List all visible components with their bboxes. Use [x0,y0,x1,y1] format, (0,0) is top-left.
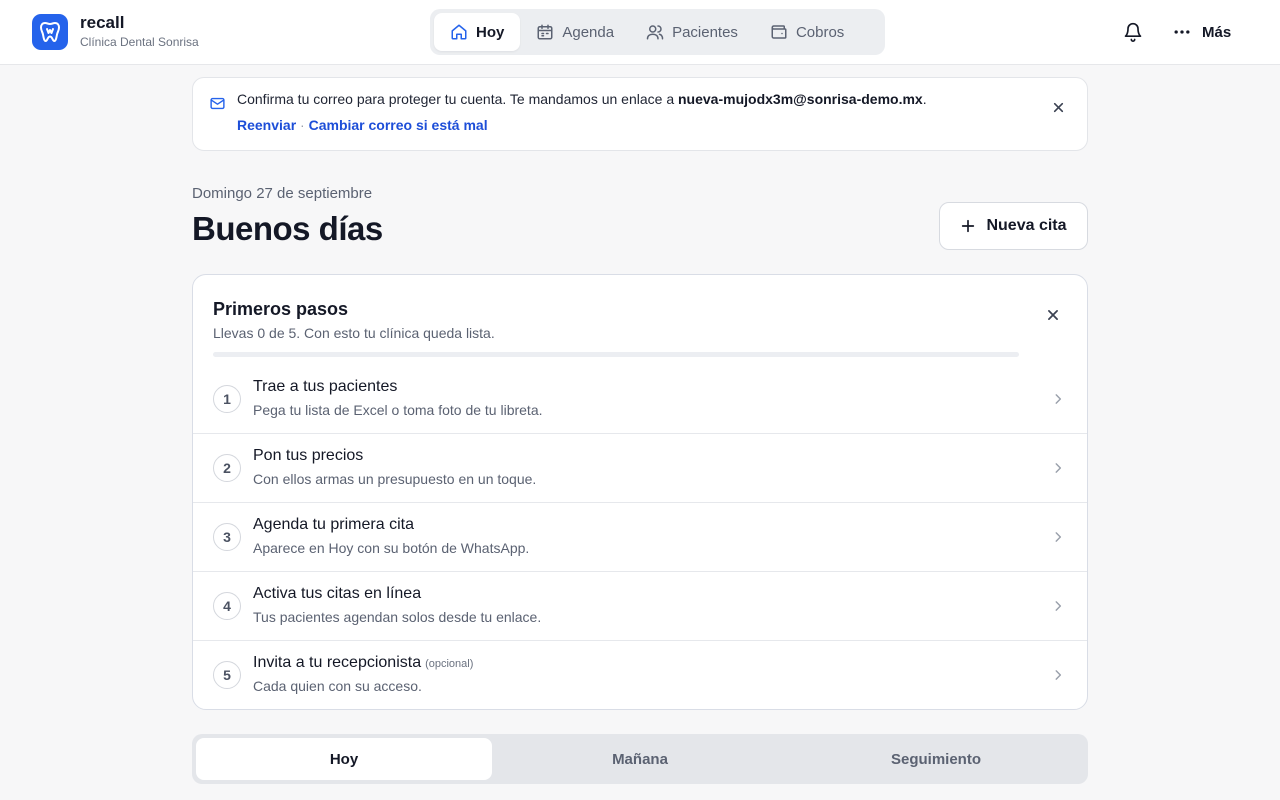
nav-item-label: Hoy [476,23,505,41]
onboarding-title: Primeros pasos [213,299,349,319]
banner-actions: Reenviar · Cambiar correo si está mal [237,115,488,135]
close-icon [1048,310,1058,320]
change-email-link[interactable]: Cambiar correo si está mal [309,117,488,133]
page-title: Buenos días [192,210,383,247]
mail-icon [210,97,225,110]
chevron-right-icon [1055,394,1062,404]
step-description: Aparece en Hoy con su botón de WhatsApp. [253,540,530,556]
onboarding-step[interactable]: 2 Pon tus precios Con ellos armas un pre… [193,434,1087,503]
new-appointment-label: Nueva cita [986,217,1067,234]
nav-item-label: Agenda [562,23,615,41]
tooth-icon [32,14,68,50]
step-number: 3 [213,523,241,551]
step-description: Con ellos armas un presupuesto en un toq… [253,471,537,487]
onboarding-step[interactable]: 5 Invita a tu recepcionista (opcional) Ca… [193,641,1087,709]
step-number: 4 [213,592,241,620]
brand-name: recall [80,13,125,32]
calendar-icon [537,24,553,40]
home-icon [451,24,467,40]
tab-seguimiento[interactable]: Seguimiento [788,738,1084,780]
step-description: Tus pacientes agendan solos desde tu enl… [253,609,542,625]
step-title: Activa tus citas en línea [253,585,422,602]
nav-item-hoy[interactable]: Hoy [434,13,521,51]
notifications-button[interactable] [1121,20,1145,44]
more-horizontal-icon [1174,30,1190,34]
step-title: Trae a tus pacientes [253,378,398,395]
step-title: Agenda tu primera cita [253,516,414,533]
resend-link[interactable]: Reenviar [237,117,296,133]
more-menu-button[interactable]: Más [1172,20,1231,44]
chevron-right-icon [1055,463,1062,473]
nav-item-label: Pacientes [672,23,738,41]
onboarding-subtitle: Llevas 0 de 5. Con esto tu clínica queda… [213,325,495,341]
step-number: 2 [213,454,241,482]
nav-item-agenda[interactable]: Agenda [520,13,630,51]
onboarding-card: Primeros pasos Llevas 0 de 5. Con esto t… [192,274,1088,710]
chevron-right-icon [1055,601,1062,611]
chevron-right-icon [1055,670,1062,680]
link-separator: · [300,117,305,133]
step-number: 5 [213,661,241,689]
wallet-icon [771,25,787,39]
onboarding-close-button[interactable] [1043,305,1063,325]
email-confirmation-banner: Confirma tu correo para proteger tu cuen… [192,77,1088,151]
more-label: Más [1202,23,1232,41]
new-appointment-button[interactable]: Nueva cita [939,202,1088,250]
main-nav: Hoy Agenda Pacientes Cobros [430,9,885,55]
close-icon [1053,102,1063,112]
banner-message: Confirma tu correo para proteger tu cuen… [237,91,927,107]
users-icon [646,25,664,40]
step-title: Pon tus precios [253,447,364,464]
banner-close-button[interactable] [1049,98,1067,116]
clinic-name: Clínica Dental Sonrisa [80,35,199,49]
top-bar: recall Clínica Dental Sonrisa Hoy Agenda… [0,0,1280,65]
brand[interactable]: recall Clínica Dental Sonrisa [32,14,199,50]
tab-manana[interactable]: Mañana [492,738,788,780]
step-number: 1 [213,385,241,413]
step-description: Cada quien con su acceso. [253,678,422,694]
onboarding-step[interactable]: 1 Trae a tus pacientes Pega tu lista de … [193,365,1087,434]
banner-email: nueva-mujodx3m@sonrisa-demo.mx [678,91,923,107]
nav-item-cobros[interactable]: Cobros [754,13,860,51]
onboarding-progress-bar [213,352,1019,357]
optional-tag: (opcional) [425,658,474,670]
step-description: Pega tu lista de Excel o toma foto de tu… [253,402,543,418]
onboarding-step[interactable]: 4 Activa tus citas en línea Tus paciente… [193,572,1087,641]
tab-hoy[interactable]: Hoy [196,738,492,780]
day-tabs: Hoy Mañana Seguimiento [192,734,1088,784]
nav-item-pacientes[interactable]: Pacientes [630,13,754,51]
chevron-right-icon [1055,532,1062,542]
step-title: Invita a tu recepcionista (opcional) [253,654,474,671]
onboarding-step[interactable]: 3 Agenda tu primera cita Aparece en Hoy … [193,503,1087,572]
current-date: Domingo 27 de septiembre [192,185,373,202]
bell-icon [1124,22,1142,42]
plus-icon [962,219,975,233]
nav-item-label: Cobros [795,23,845,41]
